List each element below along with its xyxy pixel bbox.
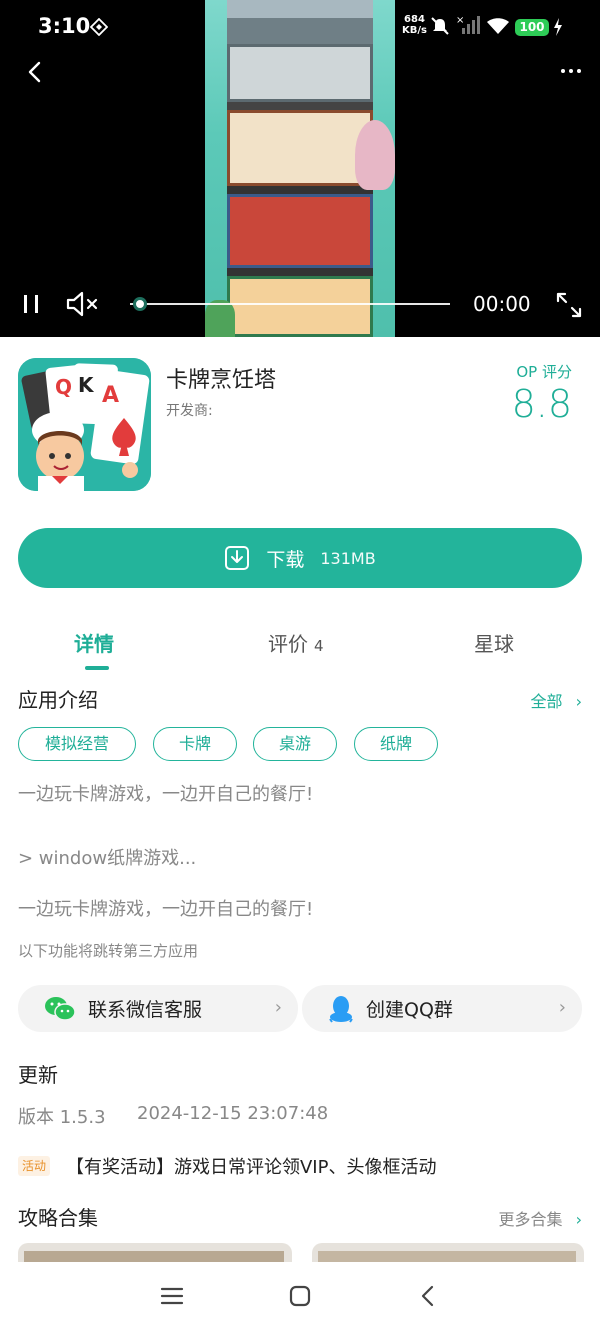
wechat-service-label: 联系微信客服 bbox=[88, 999, 203, 1021]
guides-title: 攻略合集 bbox=[18, 1206, 98, 1230]
video-progress-bar[interactable] bbox=[130, 303, 450, 305]
rating-score: 8.8 bbox=[511, 382, 572, 426]
intro-line-2: > window纸牌游戏... bbox=[18, 848, 197, 869]
tab-reviews-label: 评价 bbox=[268, 632, 308, 656]
back-icon[interactable] bbox=[26, 60, 44, 84]
card-q: Q bbox=[55, 375, 72, 399]
video-thumbnail bbox=[205, 0, 395, 337]
download-label: 下载 bbox=[266, 548, 305, 571]
update-date: 2024-12-15 23:07:48 bbox=[137, 1103, 329, 1124]
update-title: 更新 bbox=[18, 1063, 58, 1087]
create-qq-group-label: 创建QQ群 bbox=[366, 999, 453, 1021]
tab-indicator bbox=[85, 666, 109, 670]
system-nav-bar bbox=[0, 1262, 600, 1333]
battery-indicator: 100 bbox=[515, 19, 549, 36]
menu-icon[interactable] bbox=[160, 1284, 184, 1308]
nav-back-icon[interactable] bbox=[418, 1284, 438, 1308]
qq-icon bbox=[329, 995, 353, 1023]
bell-muted-icon bbox=[431, 17, 449, 35]
fullscreen-icon[interactable] bbox=[554, 290, 584, 320]
chevron-right-icon: › bbox=[558, 997, 566, 1018]
net-speed: 684 KB/s bbox=[402, 14, 427, 36]
video-player[interactable]: 3:10 684 KB/s × 100 00:00 bbox=[0, 0, 600, 337]
tab-planet[interactable]: 星球 bbox=[474, 628, 514, 657]
guides-more-label: 更多合集 bbox=[498, 1210, 563, 1229]
chevron-right-icon: › bbox=[575, 692, 582, 711]
tab-planet-label: 星球 bbox=[474, 632, 514, 656]
pause-icon[interactable] bbox=[20, 292, 42, 316]
intro-all-label: 全部 bbox=[530, 692, 563, 711]
intro-line-3: 一边玩卡牌游戏，一边开自己的餐厅! bbox=[18, 899, 314, 920]
chevron-right-icon: › bbox=[274, 997, 282, 1018]
activity-badge: 活动 bbox=[18, 1156, 51, 1176]
card-k: K bbox=[78, 373, 95, 397]
tag-boardgame[interactable]: 桌游 bbox=[253, 727, 337, 761]
wechat-icon bbox=[45, 996, 76, 1021]
home-icon[interactable] bbox=[288, 1284, 312, 1308]
tab-details[interactable]: 详情 bbox=[74, 628, 114, 657]
svg-text:×: × bbox=[456, 15, 464, 26]
charging-icon bbox=[554, 18, 562, 36]
create-qq-group-link[interactable]: 创建QQ群 › bbox=[302, 985, 582, 1032]
activity-link[interactable]: 【有奖活动】游戏日常评论领VIP、头像框活动 bbox=[66, 1153, 436, 1179]
guide-card[interactable] bbox=[18, 1243, 292, 1263]
tab-reviews-count: 4 bbox=[314, 637, 324, 655]
chevron-right-icon: › bbox=[575, 1210, 582, 1229]
app-icon-artwork: Q K A bbox=[18, 358, 151, 491]
third-party-note: 以下功能将跳转第三方应用 bbox=[18, 942, 199, 960]
intro-line-1: 一边玩卡牌游戏，一边开自己的餐厅! bbox=[18, 784, 314, 805]
status-time: 3:10 bbox=[38, 14, 91, 38]
more-icon[interactable] bbox=[560, 66, 582, 76]
app-icon: Q K A bbox=[18, 358, 151, 491]
developer-label: 开发商: bbox=[166, 403, 213, 419]
rating-label: OP 评分 bbox=[516, 363, 572, 381]
signal-icon: × bbox=[456, 15, 480, 34]
video-time: 00:00 bbox=[473, 292, 531, 316]
tab-reviews[interactable]: 评价 4 bbox=[268, 628, 324, 657]
download-button[interactable]: 下载 131MB bbox=[18, 528, 582, 588]
nfc-icon bbox=[90, 18, 108, 36]
guide-card[interactable] bbox=[312, 1243, 584, 1263]
download-icon bbox=[225, 546, 250, 570]
card-a: A bbox=[102, 383, 119, 408]
tag-simulation[interactable]: 模拟经营 bbox=[18, 727, 136, 761]
wifi-icon bbox=[487, 18, 509, 34]
guides-more-link[interactable]: 更多合集 › bbox=[498, 1206, 582, 1230]
intro-all-link[interactable]: 全部 › bbox=[530, 688, 582, 712]
mute-icon[interactable] bbox=[64, 290, 100, 318]
app-name: 卡牌烹饪塔 bbox=[166, 368, 277, 393]
tab-details-label: 详情 bbox=[74, 632, 114, 656]
intro-title: 应用介绍 bbox=[18, 688, 98, 712]
tag-card[interactable]: 卡牌 bbox=[153, 727, 237, 761]
wechat-service-link[interactable]: 联系微信客服 › bbox=[18, 985, 298, 1032]
tag-solitaire[interactable]: 纸牌 bbox=[354, 727, 438, 761]
download-size: 131MB bbox=[320, 548, 376, 568]
version-text: 版本 1.5.3 bbox=[18, 1107, 106, 1128]
video-progress-knob[interactable] bbox=[132, 297, 147, 311]
